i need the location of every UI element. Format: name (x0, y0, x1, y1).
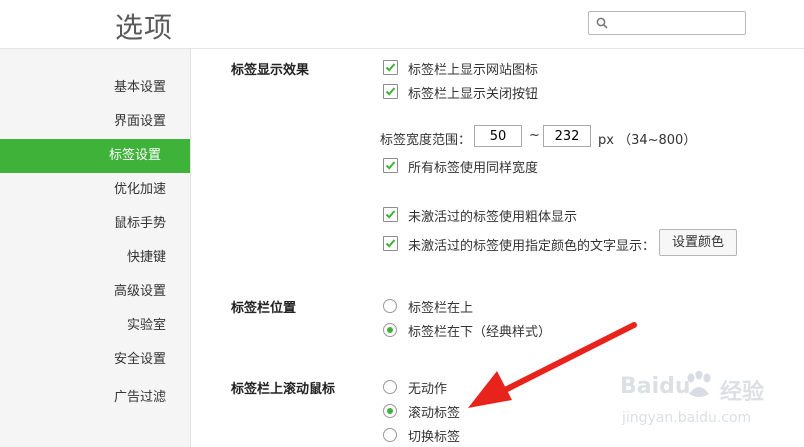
watermark: Baidu 经验 jingyan.baidu.com (620, 370, 800, 440)
watermark-url: jingyan.baidu.com (622, 410, 752, 426)
watermark-brand: Baidu (620, 374, 691, 399)
watermark-brand-cn: 经验 (720, 380, 765, 405)
